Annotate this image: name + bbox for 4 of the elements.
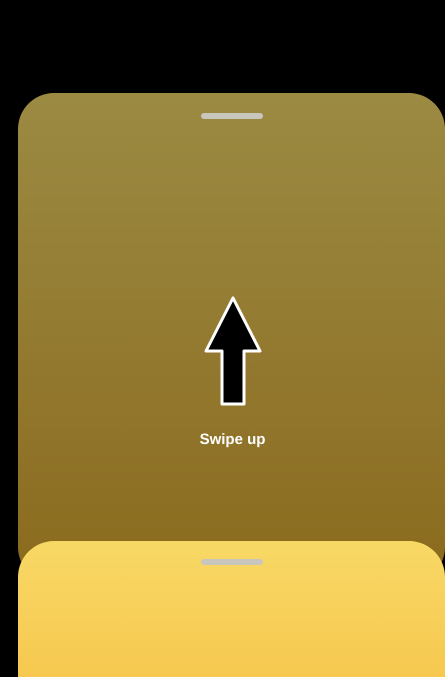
grabber-handle[interactable]: [200, 113, 262, 119]
up-arrow-icon: [202, 295, 262, 407]
instruction-text: Swipe up: [200, 430, 266, 450]
grabber-handle[interactable]: [200, 559, 262, 565]
